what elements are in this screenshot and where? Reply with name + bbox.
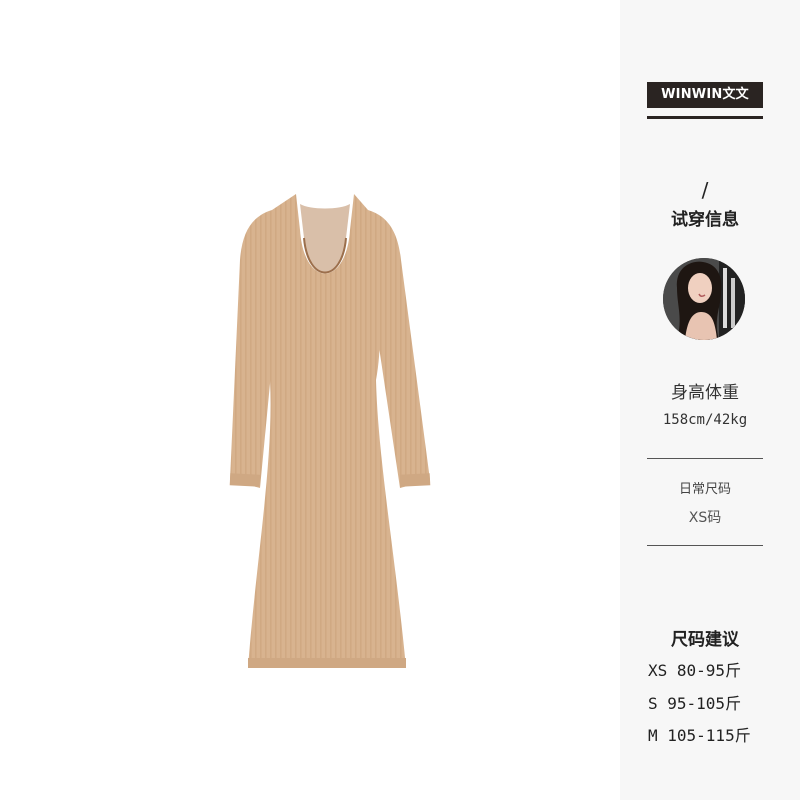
model-portrait-icon: [663, 258, 745, 340]
daily-size-label: 日常尺码: [678, 482, 731, 497]
size-guide-row: M 105-115斤: [648, 726, 751, 745]
size-guide-row: XS 80-95斤: [648, 661, 742, 680]
brand-underline: [647, 116, 763, 119]
dress-product-image: [229, 194, 431, 668]
section-slash: /: [701, 178, 709, 202]
height-weight-label: 身高体重: [671, 383, 739, 403]
fitting-info-title: 试穿信息: [671, 210, 739, 230]
divider: [647, 458, 763, 459]
size-guide-title: 尺码建议: [671, 630, 739, 650]
daily-size-value: XS码: [688, 510, 722, 526]
brand-badge: WINWIN文文: [647, 82, 763, 108]
product-detail-page: WINWIN文文 / 试穿信息 身高体重 158cm/42kg 日常尺码 XS码…: [0, 0, 800, 800]
size-guide-row: S 95-105斤: [648, 694, 742, 713]
model-avatar: [663, 258, 745, 340]
divider: [647, 545, 763, 546]
height-weight-value: 158cm/42kg: [662, 412, 748, 428]
